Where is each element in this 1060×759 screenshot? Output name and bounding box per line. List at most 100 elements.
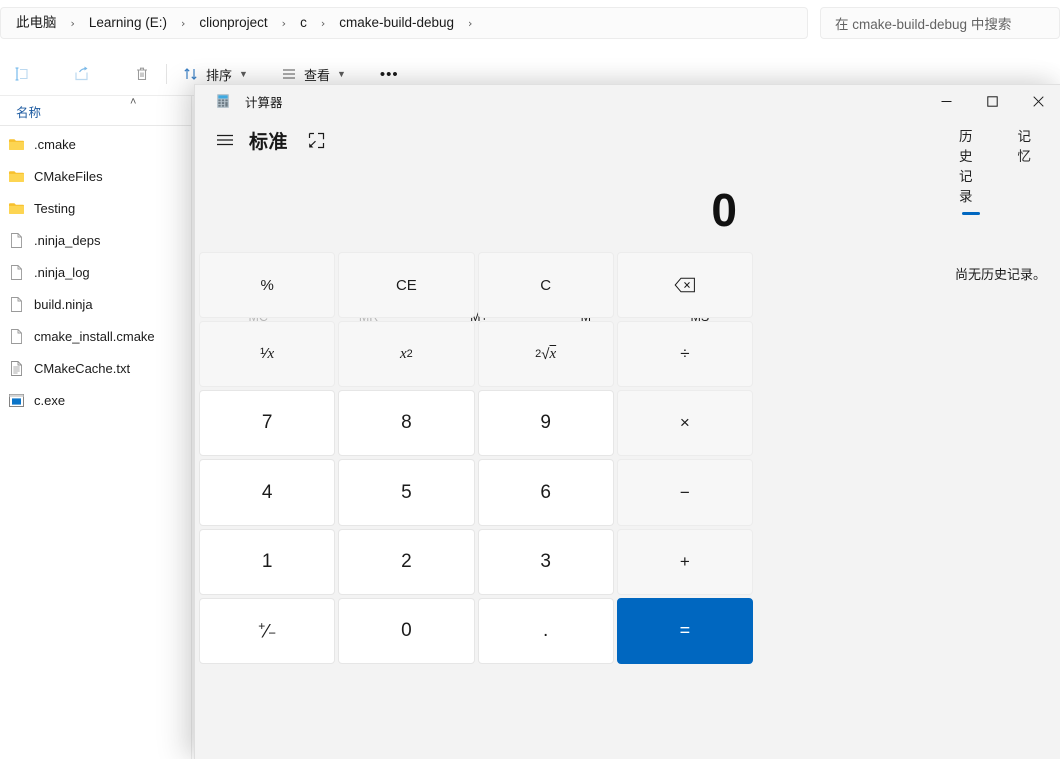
file-name-label: Testing — [34, 200, 76, 216]
folder-icon — [8, 136, 25, 153]
folder-icon — [8, 200, 25, 217]
file-name-label: c.exe — [34, 392, 66, 408]
file-name-label: .ninja_log — [34, 264, 90, 280]
key-six[interactable]: 6 — [477, 459, 614, 526]
sort-label: 排序 — [206, 67, 233, 83]
file-name-label: CMakeCache.txt — [34, 360, 131, 376]
breadcrumb-separator-icon: › — [468, 16, 473, 30]
key-add[interactable]: + — [616, 528, 753, 595]
address-bar: 此电脑 › Learning (E:) › clionproject › c › cmake-b… — [0, 0, 1060, 46]
chevron-down-icon: ▼ — [239, 69, 248, 79]
rename-icon — [13, 65, 31, 83]
column-header-label: 名称 — [16, 106, 42, 120]
keep-on-top-icon[interactable] — [302, 126, 330, 154]
calculator-title: 计算器 — [245, 95, 283, 110]
file-list-item[interactable]: .ninja_log — [0, 256, 192, 288]
key-multiply[interactable]: × — [616, 390, 753, 457]
share-button[interactable] — [64, 58, 100, 90]
share-icon — [73, 65, 91, 83]
window-controls — [923, 85, 1060, 117]
file-list-item[interactable]: .cmake — [0, 128, 192, 160]
rename-button[interactable] — [4, 58, 40, 90]
column-header-name[interactable]: 名称 ˄ — [0, 96, 192, 126]
chevron-down-icon: ▼ — [336, 69, 346, 79]
backspace-icon — [674, 277, 695, 293]
key-negate[interactable]: +⁄− — [199, 597, 336, 664]
sort-ascending-icon: ˄ — [130, 96, 137, 108]
file-name-label: CMakeFiles — [34, 168, 103, 184]
file-list-item[interactable]: cmake_install.cmake — [0, 320, 192, 352]
calculator-mode-row: 标准 — [195, 123, 755, 157]
file-icon — [8, 328, 25, 345]
ellipsis-icon: ••• — [379, 65, 399, 83]
file-list-item[interactable]: Testing — [0, 192, 192, 224]
file-name-label: build.ninja — [34, 296, 93, 312]
view-icon — [280, 65, 298, 83]
minimize-button[interactable] — [923, 85, 969, 117]
breadcrumb-item[interactable]: cmake-build-debug — [334, 13, 459, 33]
key-one[interactable]: 1 — [199, 528, 336, 595]
side-tab-history[interactable]: 历史记录 — [955, 123, 988, 215]
key-reciprocal[interactable]: ¹⁄x — [199, 321, 336, 388]
file-list-item[interactable]: CMakeFiles — [0, 160, 192, 192]
side-panel-tabs: 历史记录 记忆 — [755, 123, 1060, 215]
key-subtract[interactable]: − — [616, 459, 753, 526]
calculator-keypad: % CE C ¹⁄x x 2 2 √ x ÷ 7 8 9 × 4 5 6− 1 2 3 + +⁄− 0. = — [199, 252, 753, 664]
text-icon — [8, 360, 25, 377]
key-backspace[interactable] — [616, 252, 753, 319]
breadcrumb-item[interactable]: c — [295, 13, 312, 33]
file-list-item[interactable]: .ninja_deps — [0, 224, 192, 256]
sort-icon — [182, 65, 200, 83]
breadcrumb-separator-icon: › — [180, 16, 186, 30]
key-zero[interactable]: 0 — [338, 597, 475, 664]
delete-button[interactable] — [124, 58, 160, 90]
key-divide[interactable]: ÷ — [616, 321, 753, 388]
folder-icon — [8, 168, 25, 185]
file-name-label: cmake_install.cmake — [34, 328, 155, 344]
side-tab-label: 记忆 — [1017, 129, 1032, 164]
calculator-title-bar[interactable]: 计算器 — [195, 85, 1060, 117]
key-three[interactable]: 3 — [477, 528, 614, 595]
key-eight[interactable]: 8 — [338, 390, 475, 457]
key-nine[interactable]: 9 — [477, 390, 614, 457]
key-square-root[interactable]: 2 √ x — [477, 321, 614, 388]
key-clear[interactable]: C — [477, 252, 614, 319]
breadcrumb-item[interactable]: 此电脑 — [11, 13, 62, 33]
key-percent[interactable]: % — [199, 252, 336, 319]
hamburger-icon[interactable] — [209, 125, 241, 155]
breadcrumb-separator-icon: › — [320, 16, 326, 30]
calculator-app-icon — [215, 93, 231, 109]
key-square[interactable]: x2 — [338, 321, 475, 388]
side-tab-memory[interactable]: 记忆 — [1014, 123, 1036, 175]
view-label: 查看 — [303, 67, 330, 83]
breadcrumb-separator-icon: › — [281, 16, 287, 30]
file-name-label: .cmake — [34, 136, 76, 152]
key-two[interactable]: 2 — [338, 528, 475, 595]
key-four[interactable]: 4 — [199, 459, 336, 526]
breadcrumb-separator-icon: › — [70, 16, 75, 30]
maximize-button[interactable] — [969, 85, 1015, 117]
exe-icon — [8, 392, 25, 409]
search-input[interactable]: 在 cmake-build-debug 中搜索 — [820, 7, 1060, 39]
search-placeholder: 在 cmake-build-debug 中搜索 — [835, 17, 1012, 32]
file-list-item[interactable]: CMakeCache.txt — [0, 352, 192, 384]
toolbar-divider — [166, 64, 167, 84]
file-icon — [8, 296, 25, 313]
file-name-label: .ninja_deps — [34, 232, 101, 248]
breadcrumb-item[interactable]: Learning (E:) — [84, 13, 172, 33]
display-value: 0 — [711, 184, 737, 236]
file-list: .cmake CMakeFiles Testing .ninja_deps .ninja… — [0, 128, 192, 416]
key-clear-entry[interactable]: CE — [338, 252, 475, 319]
close-button[interactable] — [1015, 85, 1060, 117]
breadcrumb[interactable]: 此电脑 › Learning (E:) › clionproject › c › cmake-b… — [0, 7, 808, 39]
key-seven[interactable]: 7 — [199, 390, 336, 457]
file-list-item[interactable]: c.exe — [0, 384, 192, 416]
breadcrumb-item[interactable]: clionproject — [194, 13, 272, 33]
file-list-item[interactable]: build.ninja — [0, 288, 192, 320]
key-five[interactable]: 5 — [338, 459, 475, 526]
key-decimal[interactable]: . — [477, 597, 614, 664]
key-equals[interactable]: = — [616, 597, 753, 664]
file-icon — [8, 232, 25, 249]
side-tab-label: 历史记录 — [959, 129, 973, 204]
file-icon — [8, 264, 25, 281]
